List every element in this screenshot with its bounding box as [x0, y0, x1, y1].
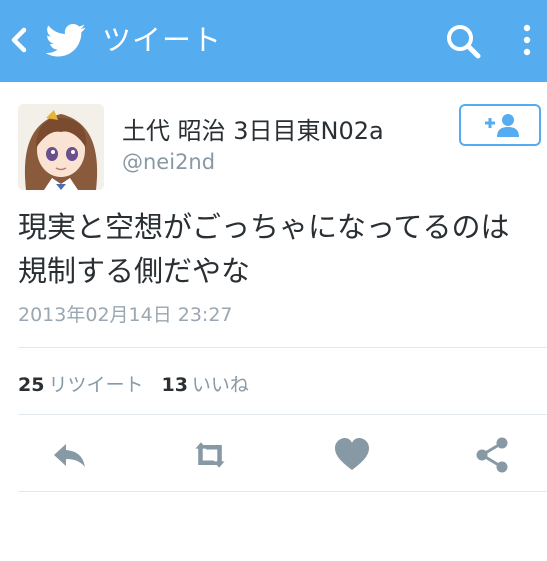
search-icon[interactable] [444, 22, 484, 62]
avatar-illustration [18, 104, 104, 190]
app-header: ツイート [0, 0, 547, 82]
heart-icon[interactable] [332, 434, 372, 476]
tweet-timestamp: 2013年02月14日 23:27 [18, 304, 233, 326]
like-label[interactable]: いいね [192, 374, 249, 396]
reply-icon[interactable] [50, 434, 90, 476]
display-name[interactable]: 土代 昭治 3日目東N02a [122, 111, 384, 146]
retweet-count[interactable]: 25 [18, 374, 44, 396]
twitter-bird-icon[interactable] [44, 20, 88, 60]
tweet-text: 現実と空想がごっちゃになってるのは規制する側だやな [18, 210, 510, 288]
user-handle[interactable]: @nei2nd [122, 150, 215, 174]
more-vertical-icon[interactable] [520, 22, 534, 62]
retweet-label[interactable]: リツイート [48, 374, 143, 396]
add-user-icon [485, 114, 519, 137]
divider [18, 414, 547, 415]
follow-button[interactable] [459, 104, 541, 146]
avatar[interactable] [18, 104, 104, 190]
like-count[interactable]: 13 [161, 374, 187, 396]
divider [18, 491, 547, 492]
retweet-icon[interactable] [190, 434, 230, 476]
divider [18, 347, 547, 348]
share-icon[interactable] [472, 434, 512, 476]
tweet-actions [0, 434, 547, 476]
tweet-stats: 25 リツイート 13 いいね [18, 370, 267, 397]
chevron-left-icon[interactable] [8, 24, 32, 56]
header-title: ツイート [102, 23, 223, 57]
